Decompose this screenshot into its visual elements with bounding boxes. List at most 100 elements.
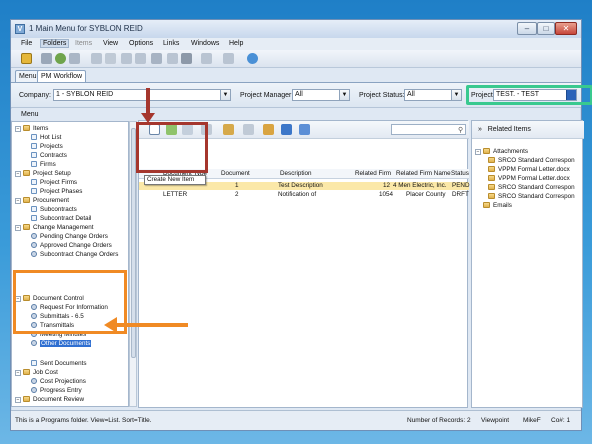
cut-icon[interactable]: [151, 53, 162, 64]
document-icon: [31, 152, 37, 158]
tree-label: Approved Change Orders: [40, 242, 112, 249]
minimize-button[interactable]: –: [517, 22, 537, 35]
columns-icon[interactable]: [299, 124, 310, 135]
attachment-item[interactable]: VPPM Formal Letter.docx: [488, 166, 570, 174]
copy-icon[interactable]: [121, 53, 132, 64]
tree-item-pending-change-orders[interactable]: Pending Change Orders: [31, 232, 108, 241]
tree-item-projects[interactable]: Projects: [31, 142, 63, 151]
menu-file[interactable]: File: [21, 40, 32, 47]
tree-item-sent-documents[interactable]: Sent Documents: [31, 359, 87, 368]
manager-select[interactable]: All ▼: [292, 89, 350, 101]
menu-links[interactable]: Links: [163, 40, 179, 47]
folder-icon: [23, 396, 30, 402]
tree-label: Contracts: [40, 152, 67, 159]
sort-icon[interactable]: [223, 53, 234, 64]
status-label: Project Status:: [359, 92, 405, 99]
tree-folder-document-review[interactable]: − Document Review: [15, 395, 84, 404]
delete-icon[interactable]: [181, 53, 192, 64]
col-status[interactable]: Status: [451, 169, 469, 179]
related-folder-attachments[interactable]: − Attachments: [475, 148, 528, 156]
tree-folder-job-cost[interactable]: − Job Cost: [15, 368, 58, 377]
tree-item-other-documents[interactable]: Other Documents: [31, 339, 92, 348]
tree-label: Document Review: [33, 396, 85, 403]
related-label: Emails: [493, 202, 512, 209]
col-description[interactable]: Description: [280, 169, 312, 179]
flag-icon[interactable]: [281, 124, 292, 135]
chevron-down-icon[interactable]: ▼: [220, 90, 230, 100]
menu-help[interactable]: Help: [229, 40, 243, 47]
new-item-tooltip: Create New Item: [144, 175, 206, 185]
search-settings-icon[interactable]: [243, 124, 254, 135]
attachment-item[interactable]: SRCO Standard Correspon: [488, 193, 575, 201]
tree-label: Procurement: [33, 197, 70, 204]
tree-item-hot-list[interactable]: Hot List: [31, 133, 61, 142]
document-icon: [31, 143, 37, 149]
menu-items[interactable]: Items: [75, 40, 92, 47]
search-icon[interactable]: ⚲: [458, 126, 463, 134]
tree-item-subcontract-change-orders[interactable]: Subcontract Change Orders: [31, 250, 118, 259]
status-select[interactable]: All ▼: [404, 89, 462, 101]
tree-label: Other Documents: [40, 340, 92, 347]
col-related-firm-name[interactable]: Related Firm Name: [396, 169, 451, 179]
collapse-icon[interactable]: »: [478, 126, 488, 133]
doc-icon[interactable]: [91, 53, 102, 64]
project-value: TEST. - TEST: [496, 91, 540, 98]
tree-folder-project-setup[interactable]: − Project Setup: [15, 169, 71, 178]
attachment-item[interactable]: SRCO Standard Correspon: [488, 157, 575, 165]
company-number: Co#: 1: [551, 417, 571, 424]
maximize-button[interactable]: □: [537, 22, 555, 35]
lock-icon[interactable]: [21, 53, 32, 64]
tools-icon[interactable]: [263, 124, 274, 135]
settings-icon[interactable]: [69, 53, 80, 64]
orange-arrow-head: [104, 317, 117, 333]
tree-item-subcontracts[interactable]: Subcontracts: [31, 205, 77, 214]
related-label: VPPM Formal Letter.docx: [498, 175, 570, 182]
chevron-down-icon[interactable]: ▼: [451, 90, 461, 100]
folder-icon: [23, 125, 30, 131]
table-row[interactable]: LETTER 2 Notification of 1054 Placer Cou…: [139, 191, 469, 199]
attachment-item[interactable]: VPPM Formal Letter.docx: [488, 175, 570, 183]
print-icon[interactable]: [41, 53, 52, 64]
tree-item-contracts[interactable]: Contracts: [31, 151, 67, 160]
tree-item-progress-entry[interactable]: Progress Entry: [31, 386, 82, 395]
project-select[interactable]: TEST. - TEST: [493, 89, 577, 101]
tab-pm-workflow[interactable]: PM Workflow: [37, 70, 87, 82]
tree-item-firms[interactable]: Firms: [31, 160, 56, 169]
refresh-icon[interactable]: [55, 53, 66, 64]
attachment-item[interactable]: SRCO Standard Correspon: [488, 184, 575, 192]
tree-item-cost-projections[interactable]: Cost Projections: [31, 377, 86, 386]
close-button[interactable]: ✕: [555, 22, 577, 35]
menu-options[interactable]: Options: [129, 40, 153, 47]
project-picker-button[interactable]: [566, 90, 576, 100]
workflow-icon[interactable]: [223, 124, 234, 135]
tree-item-subcontract-detail[interactable]: Subcontract Detail: [31, 214, 91, 223]
tree-label: Subcontract Change Orders: [40, 251, 119, 258]
tree-item-project-phases[interactable]: Project Phases: [31, 187, 82, 196]
view-icon[interactable]: [201, 53, 212, 64]
company-select[interactable]: 1 - SYBLON REID ▼: [53, 89, 231, 101]
doc2-icon[interactable]: [167, 53, 178, 64]
list-icon[interactable]: [105, 53, 116, 64]
chevron-down-icon[interactable]: ▼: [339, 90, 349, 100]
document-icon: [31, 161, 37, 167]
tree-item-approved-change-orders[interactable]: Approved Change Orders: [31, 241, 112, 250]
menu-view[interactable]: View: [103, 40, 118, 47]
menu-folders[interactable]: Folders: [40, 39, 70, 48]
list-icon: [31, 134, 37, 140]
status-text: This is a Programs folder. View=List. So…: [15, 417, 152, 424]
tree-folder-change-management[interactable]: − Change Management: [15, 223, 94, 232]
menu-windows[interactable]: Windows: [191, 40, 219, 47]
cell-status: PEND: [452, 182, 470, 189]
tree-label: Project Phases: [40, 188, 83, 195]
status-value: All: [407, 91, 415, 98]
tree-item-project-firms[interactable]: Project Firms: [31, 178, 77, 187]
cell-description: Test Description: [278, 182, 323, 189]
paste-icon[interactable]: [135, 53, 146, 64]
tree-folder-items[interactable]: − Items: [15, 124, 48, 133]
col-document[interactable]: Document: [221, 169, 250, 179]
search-input[interactable]: ⚲: [391, 124, 466, 135]
sync-icon[interactable]: [247, 53, 258, 64]
related-folder-emails[interactable]: Emails: [483, 202, 512, 210]
col-related-firm[interactable]: Related Firm: [355, 169, 391, 179]
tree-folder-procurement[interactable]: − Procurement: [15, 196, 69, 205]
